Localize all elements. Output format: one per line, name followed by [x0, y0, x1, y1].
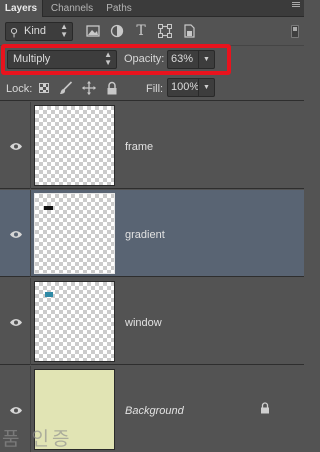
lock-all-icon[interactable] — [105, 81, 119, 95]
layer-name[interactable]: gradient — [125, 229, 165, 241]
layer-row-gradient[interactable]: gradient — [0, 190, 304, 277]
updown-arrows-icon: ▲ ▼ — [104, 50, 112, 67]
panel-tab-bar: Layers Channels Paths — [0, 0, 304, 17]
visibility-divider — [30, 278, 31, 365]
dropdown-arrow-icon[interactable]: ▼ — [198, 51, 214, 68]
layer-row-window[interactable]: window — [0, 278, 304, 365]
layer-thumbnail[interactable] — [34, 105, 115, 186]
tab-paths[interactable]: Paths — [100, 0, 138, 17]
smart-object-filter-icon[interactable] — [182, 24, 196, 38]
updown-arrows-icon: ▲ ▼ — [60, 22, 68, 39]
layer-content-mark — [45, 292, 53, 297]
opacity-label: Opacity: — [124, 53, 165, 65]
tab-channels[interactable]: Channels — [44, 0, 100, 17]
layer-content-mark — [44, 206, 53, 210]
blend-mode-select[interactable]: Multiply ▲ ▼ — [7, 50, 117, 69]
search-icon: ⚲ — [10, 27, 19, 39]
layer-name[interactable]: window — [125, 317, 162, 329]
tab-layers[interactable]: Layers — [0, 0, 43, 17]
opacity-field[interactable]: 63% ▼ — [167, 50, 215, 69]
blend-mode-value: Multiply — [13, 53, 51, 65]
fill-field[interactable]: 100% ▼ — [167, 78, 215, 97]
shape-filter-icon[interactable] — [158, 24, 172, 38]
fill-value: 100% — [171, 81, 200, 93]
eye-icon[interactable] — [9, 406, 23, 415]
lock-pixels-icon[interactable] — [59, 81, 73, 95]
lock-label: Lock: — [6, 83, 33, 95]
lock-position-icon[interactable] — [82, 81, 96, 95]
lock-transparent-icon[interactable] — [39, 83, 49, 93]
kind-filter-select[interactable]: ⚲ Kind ▲ ▼ — [5, 22, 73, 41]
visibility-divider — [30, 102, 31, 189]
watermark-text: 품 인증 — [2, 428, 73, 450]
opacity-value: 63% — [171, 53, 194, 65]
eye-icon[interactable] — [9, 318, 23, 327]
lock-icon — [261, 402, 269, 414]
type-filter-icon[interactable]: T — [134, 24, 148, 38]
layer-name[interactable]: frame — [125, 141, 153, 153]
layer-row-frame[interactable]: frame — [0, 102, 304, 189]
adjustment-filter-icon[interactable] — [110, 24, 124, 38]
eye-icon[interactable] — [9, 230, 23, 239]
layer-filter-bar: ⚲ Kind ▲ ▼ T — [0, 18, 304, 46]
dropdown-arrow-icon[interactable]: ▼ — [198, 79, 214, 96]
layer-thumbnail[interactable] — [34, 193, 115, 274]
eye-icon[interactable] — [9, 142, 23, 151]
kind-filter-label: Kind — [24, 25, 47, 37]
fill-label: Fill: — [146, 83, 164, 95]
filter-toggle-switch[interactable] — [291, 25, 299, 38]
image-filter-icon[interactable] — [86, 24, 100, 38]
layer-thumbnail[interactable] — [34, 281, 115, 362]
panel-menu-icon[interactable] — [292, 2, 300, 7]
layer-name[interactable]: Background — [125, 405, 184, 417]
visibility-divider — [30, 190, 31, 277]
